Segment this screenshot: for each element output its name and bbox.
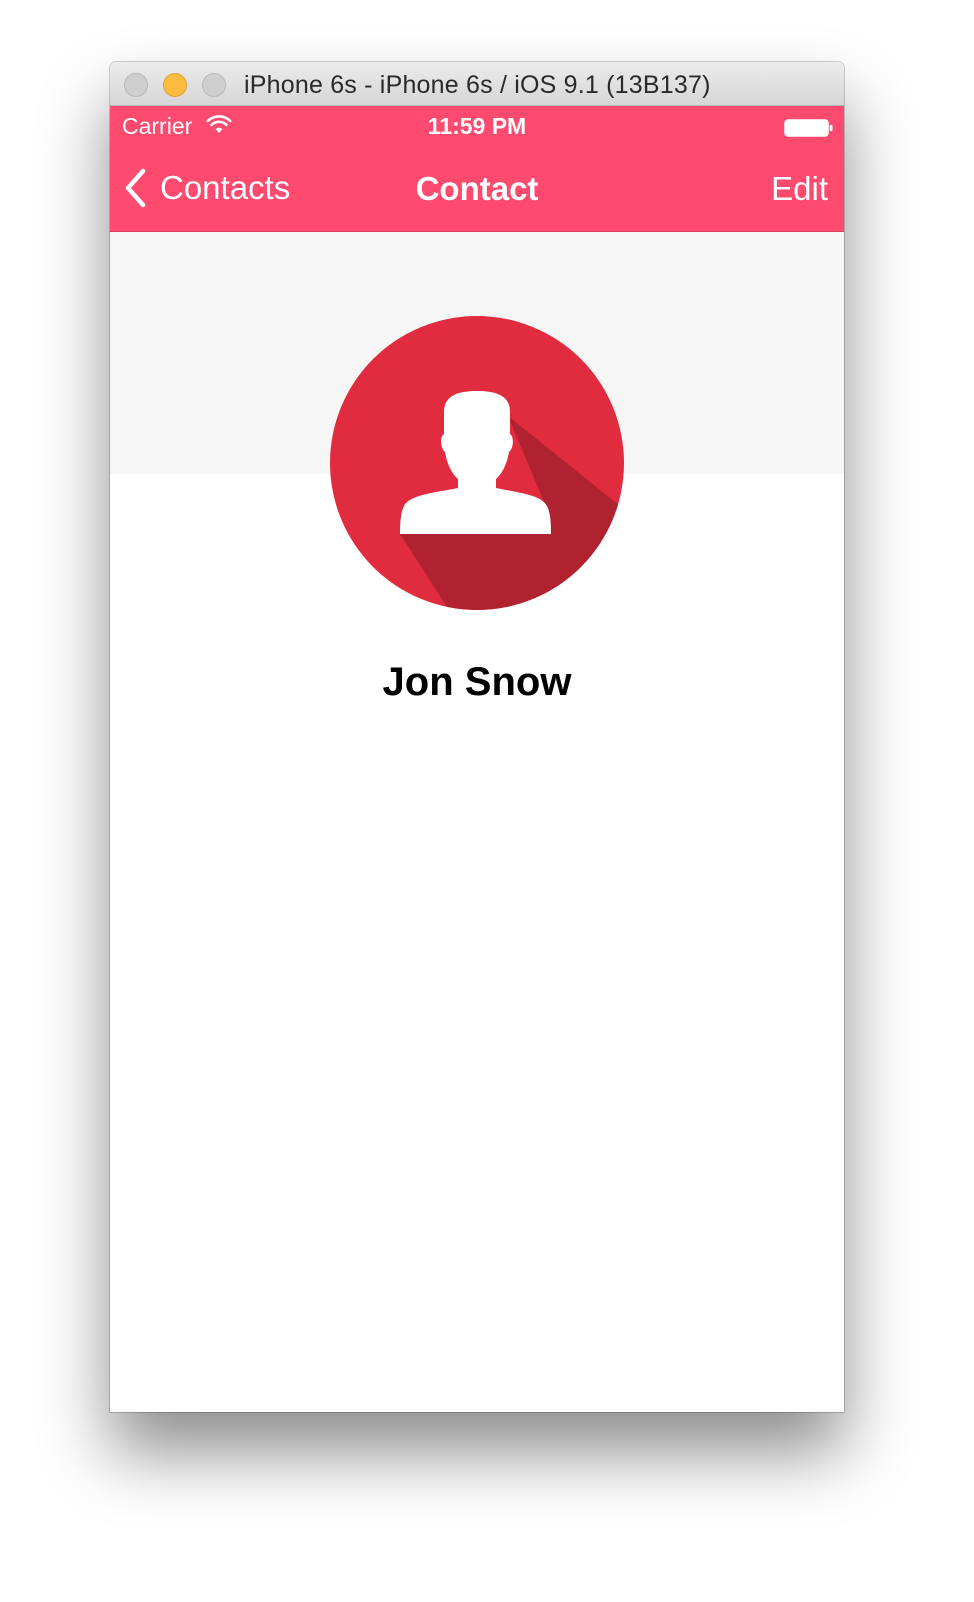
navigation-bar: Contacts Contact Edit [110, 146, 844, 232]
window-titlebar[interactable]: iPhone 6s - iPhone 6s / iOS 9.1 (13B137) [110, 62, 844, 106]
edit-button[interactable]: Edit [771, 170, 828, 208]
zoom-window-button[interactable] [202, 73, 226, 97]
close-window-button[interactable] [124, 73, 148, 97]
simulator-window: iPhone 6s - iPhone 6s / iOS 9.1 (13B137)… [110, 62, 844, 1412]
minimize-window-button[interactable] [163, 73, 187, 97]
contact-name: Jon Snow [382, 660, 572, 704]
battery-icon [784, 119, 833, 137]
status-time: 11:59 PM [427, 113, 527, 139]
page-title: Contact [415, 170, 539, 207]
window-title: iPhone 6s - iPhone 6s / iOS 9.1 (13B137) [244, 71, 711, 99]
contact-detail-view: Jon Snow [110, 232, 844, 1412]
avatar[interactable] [330, 316, 624, 610]
status-bar: Carrier 11:59 PM [110, 106, 844, 146]
